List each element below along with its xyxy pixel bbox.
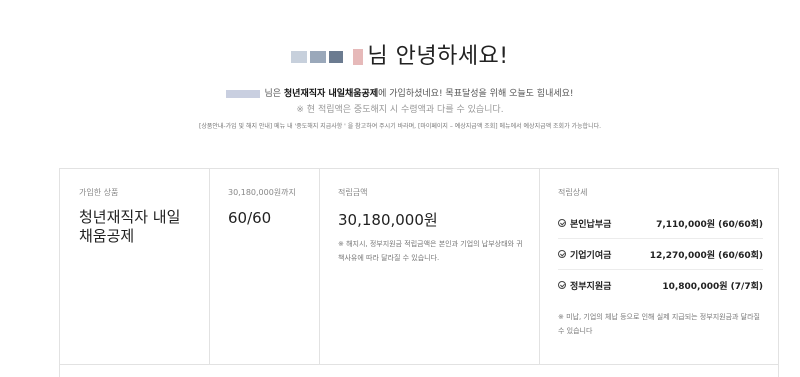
detail-value: 7,110,000원 (60/60회) (656, 219, 763, 230)
product-column: 가입한 상품 청년재직자 내일채움공제 (60, 169, 210, 364)
check-circle-icon (558, 250, 566, 258)
detail-name: 기업기여금 (570, 250, 612, 261)
intro-product-name: 청년재직자 내일채움공제 (283, 89, 379, 99)
savings-summary-card: 가입한 상품 청년재직자 내일채움공제 30,180,000원까지 60/60 … (59, 168, 779, 377)
detail-row-personal: 본인납부금 7,110,000원 (60/60회) (558, 208, 763, 239)
detail-column: 적립상세 본인납부금 7,110,000원 (60/60회) 기업기여금 12,… (540, 169, 780, 364)
detail-note: ※ 미납, 기업의 체납 등으로 인해 실제 지급되는 정부지원금과 달라질 수… (558, 313, 760, 335)
detail-name: 본인납부금 (570, 219, 612, 230)
product-name: 청년재직자 내일채움공제 (79, 208, 181, 245)
detail-name: 정부지원금 (570, 281, 612, 292)
midterm-warning: ※ 현 적립액은 중도해지 시 수령액과 다를 수 있습니다. (296, 105, 504, 115)
redacted-name-block (291, 51, 308, 63)
period-value: 60/60 (228, 209, 272, 227)
period-column: 30,180,000원까지 60/60 (210, 169, 320, 364)
guide-text: [상품안내-가입 및 해지 안내] 메뉴 내 '중도해지 지급사항 ' 을 참고… (198, 123, 602, 130)
intro-suffix: 에 가입하셨네요! 목표달성을 위해 오늘도 힘내세요! (378, 89, 574, 99)
detail-row-company: 기업기여금 12,270,000원 (60/60회) (558, 239, 763, 270)
redacted-user-name (226, 89, 261, 98)
product-label: 가입한 상품 (79, 188, 119, 197)
redacted-name-block (329, 51, 344, 63)
saved-column: 적립금액 30,180,000원 ※ 해지시, 정부지원금 적립금액은 본인과 … (320, 169, 540, 364)
detail-value: 12,270,000원 (60/60회) (649, 250, 763, 261)
redacted-name-block (310, 51, 327, 63)
detail-list: 본인납부금 7,110,000원 (60/60회) 기업기여금 12,270,0… (558, 208, 763, 300)
detail-label: 적립상세 (558, 188, 588, 197)
row-divider (60, 364, 778, 365)
saved-label: 적립금액 (338, 188, 368, 197)
saved-amount: 30,180,000원 (338, 211, 438, 229)
detail-value: 10,800,000원 (7/7회) (662, 281, 763, 292)
detail-row-government: 정부지원금 10,800,000원 (7/7회) (558, 270, 763, 300)
intro-prefix: 님은 (264, 89, 282, 99)
intro-message: 님은 청년재직자 내일채움공제에 가입하셨네요! 목표달성을 위해 오늘도 힘내… (0, 86, 800, 99)
check-circle-icon (558, 219, 566, 227)
check-circle-icon (558, 281, 566, 289)
greeting-text: 님 안녕하세요! (367, 44, 509, 69)
period-label: 30,180,000원까지 (228, 188, 296, 197)
greeting-heading: 님 안녕하세요! (0, 38, 800, 70)
redacted-name-block (353, 49, 364, 65)
saved-note: ※ 해지시, 정부지원금 적립금액은 본인과 기업의 납부상태와 귀책사유에 따… (338, 240, 523, 262)
